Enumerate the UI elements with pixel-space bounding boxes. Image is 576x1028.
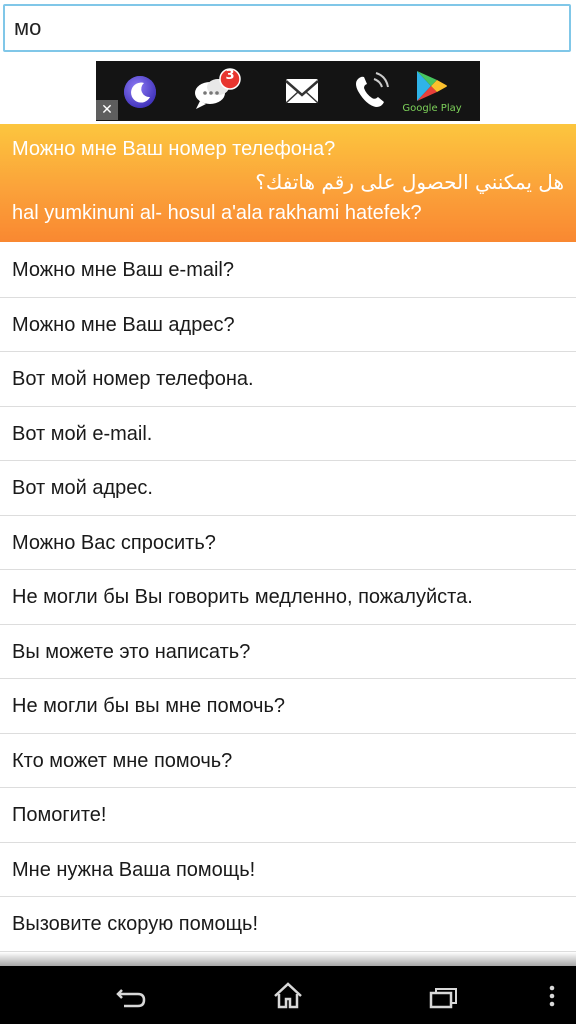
ad-close-button[interactable]: ✕ (96, 100, 118, 120)
list-item[interactable]: Помогите! (0, 788, 576, 843)
home-icon[interactable] (256, 966, 320, 1024)
back-icon[interactable] (100, 966, 164, 1024)
list-item[interactable]: Вот мой адрес. (0, 461, 576, 516)
overflow-menu-icon[interactable] (520, 966, 576, 1024)
system-navigation-bar (0, 966, 576, 1024)
mail-icon[interactable] (266, 61, 336, 121)
list-item[interactable]: Мне нужна Ваша помощь! (0, 843, 576, 897)
phrase-list: Можно мне Ваш e-mail? Можно мне Ваш адре… (0, 243, 576, 952)
notification-badge: 3 (225, 68, 235, 83)
google-play-icon[interactable]: Google Play (392, 61, 472, 121)
list-item[interactable]: Не могли бы вы мне помочь? (0, 679, 576, 734)
featured-transliteration: hal yumkinuni al- hosul a'ala rakhami ha… (12, 202, 422, 224)
list-item[interactable]: Можно Вас спросить? (0, 516, 576, 570)
moon-app-icon[interactable] (110, 61, 170, 121)
chat-icon[interactable]: 3 (184, 61, 254, 121)
featured-phrase[interactable]: Можно мне Ваш номер телефона? هل يمكنني … (0, 124, 576, 242)
featured-russian-text: Можно мне Ваш номер телефона? (12, 138, 336, 160)
list-item[interactable]: Вот мой e-mail. (0, 407, 576, 461)
navbar-shadow (0, 952, 576, 966)
list-item[interactable]: Вы можете это написать? (0, 625, 576, 679)
search-input[interactable] (3, 4, 571, 52)
list-item[interactable]: Вот мой номер телефона. (0, 352, 576, 407)
recent-apps-icon[interactable] (412, 966, 476, 1024)
list-item[interactable]: Можно мне Ваш адрес? (0, 298, 576, 352)
list-item[interactable]: Не могли бы Вы говорить медленно, пожалу… (0, 570, 576, 625)
list-item[interactable]: Можно мне Ваш e-mail? (0, 243, 576, 298)
store-label: Google Play (402, 103, 462, 114)
featured-arabic-text: هل يمكنني الحصول على رقم هاتفك؟ (255, 170, 564, 194)
list-item[interactable]: Вызовите скорую помощь! (0, 897, 576, 952)
search-bar (0, 0, 576, 58)
list-item[interactable]: Кто может мне помочь? (0, 734, 576, 788)
ad-banner[interactable]: 3 Google Play (96, 61, 480, 121)
